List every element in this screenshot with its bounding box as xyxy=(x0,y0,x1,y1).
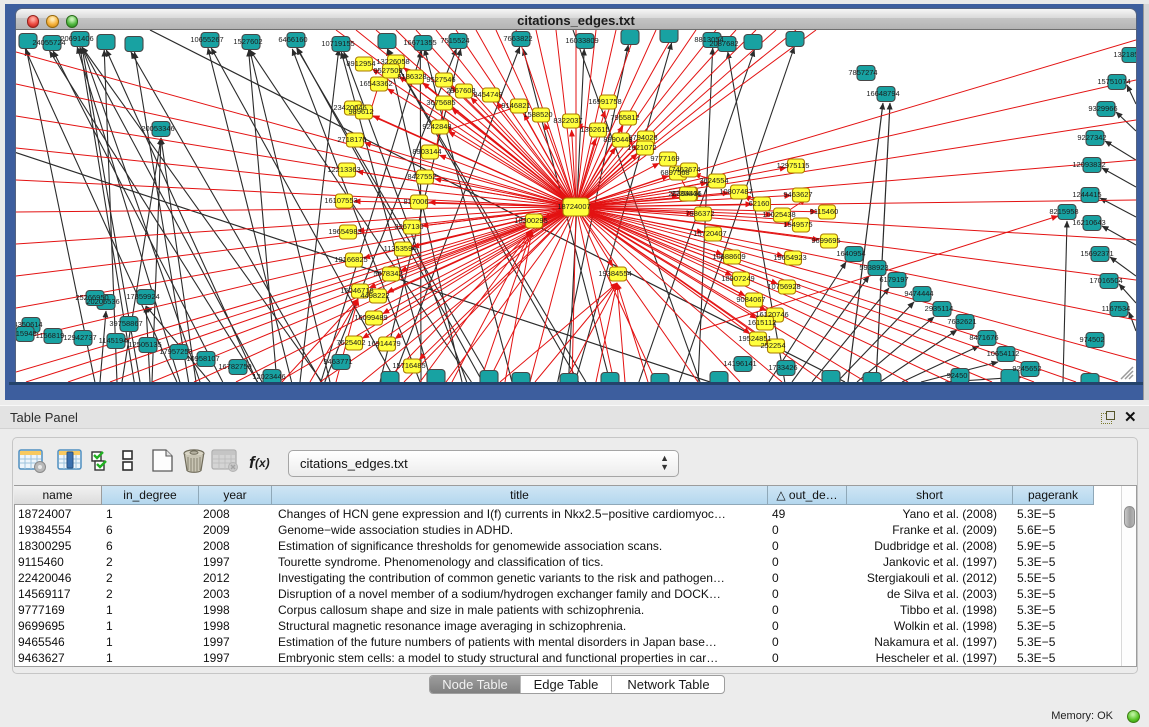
svg-text:(x): (x) xyxy=(255,456,270,470)
